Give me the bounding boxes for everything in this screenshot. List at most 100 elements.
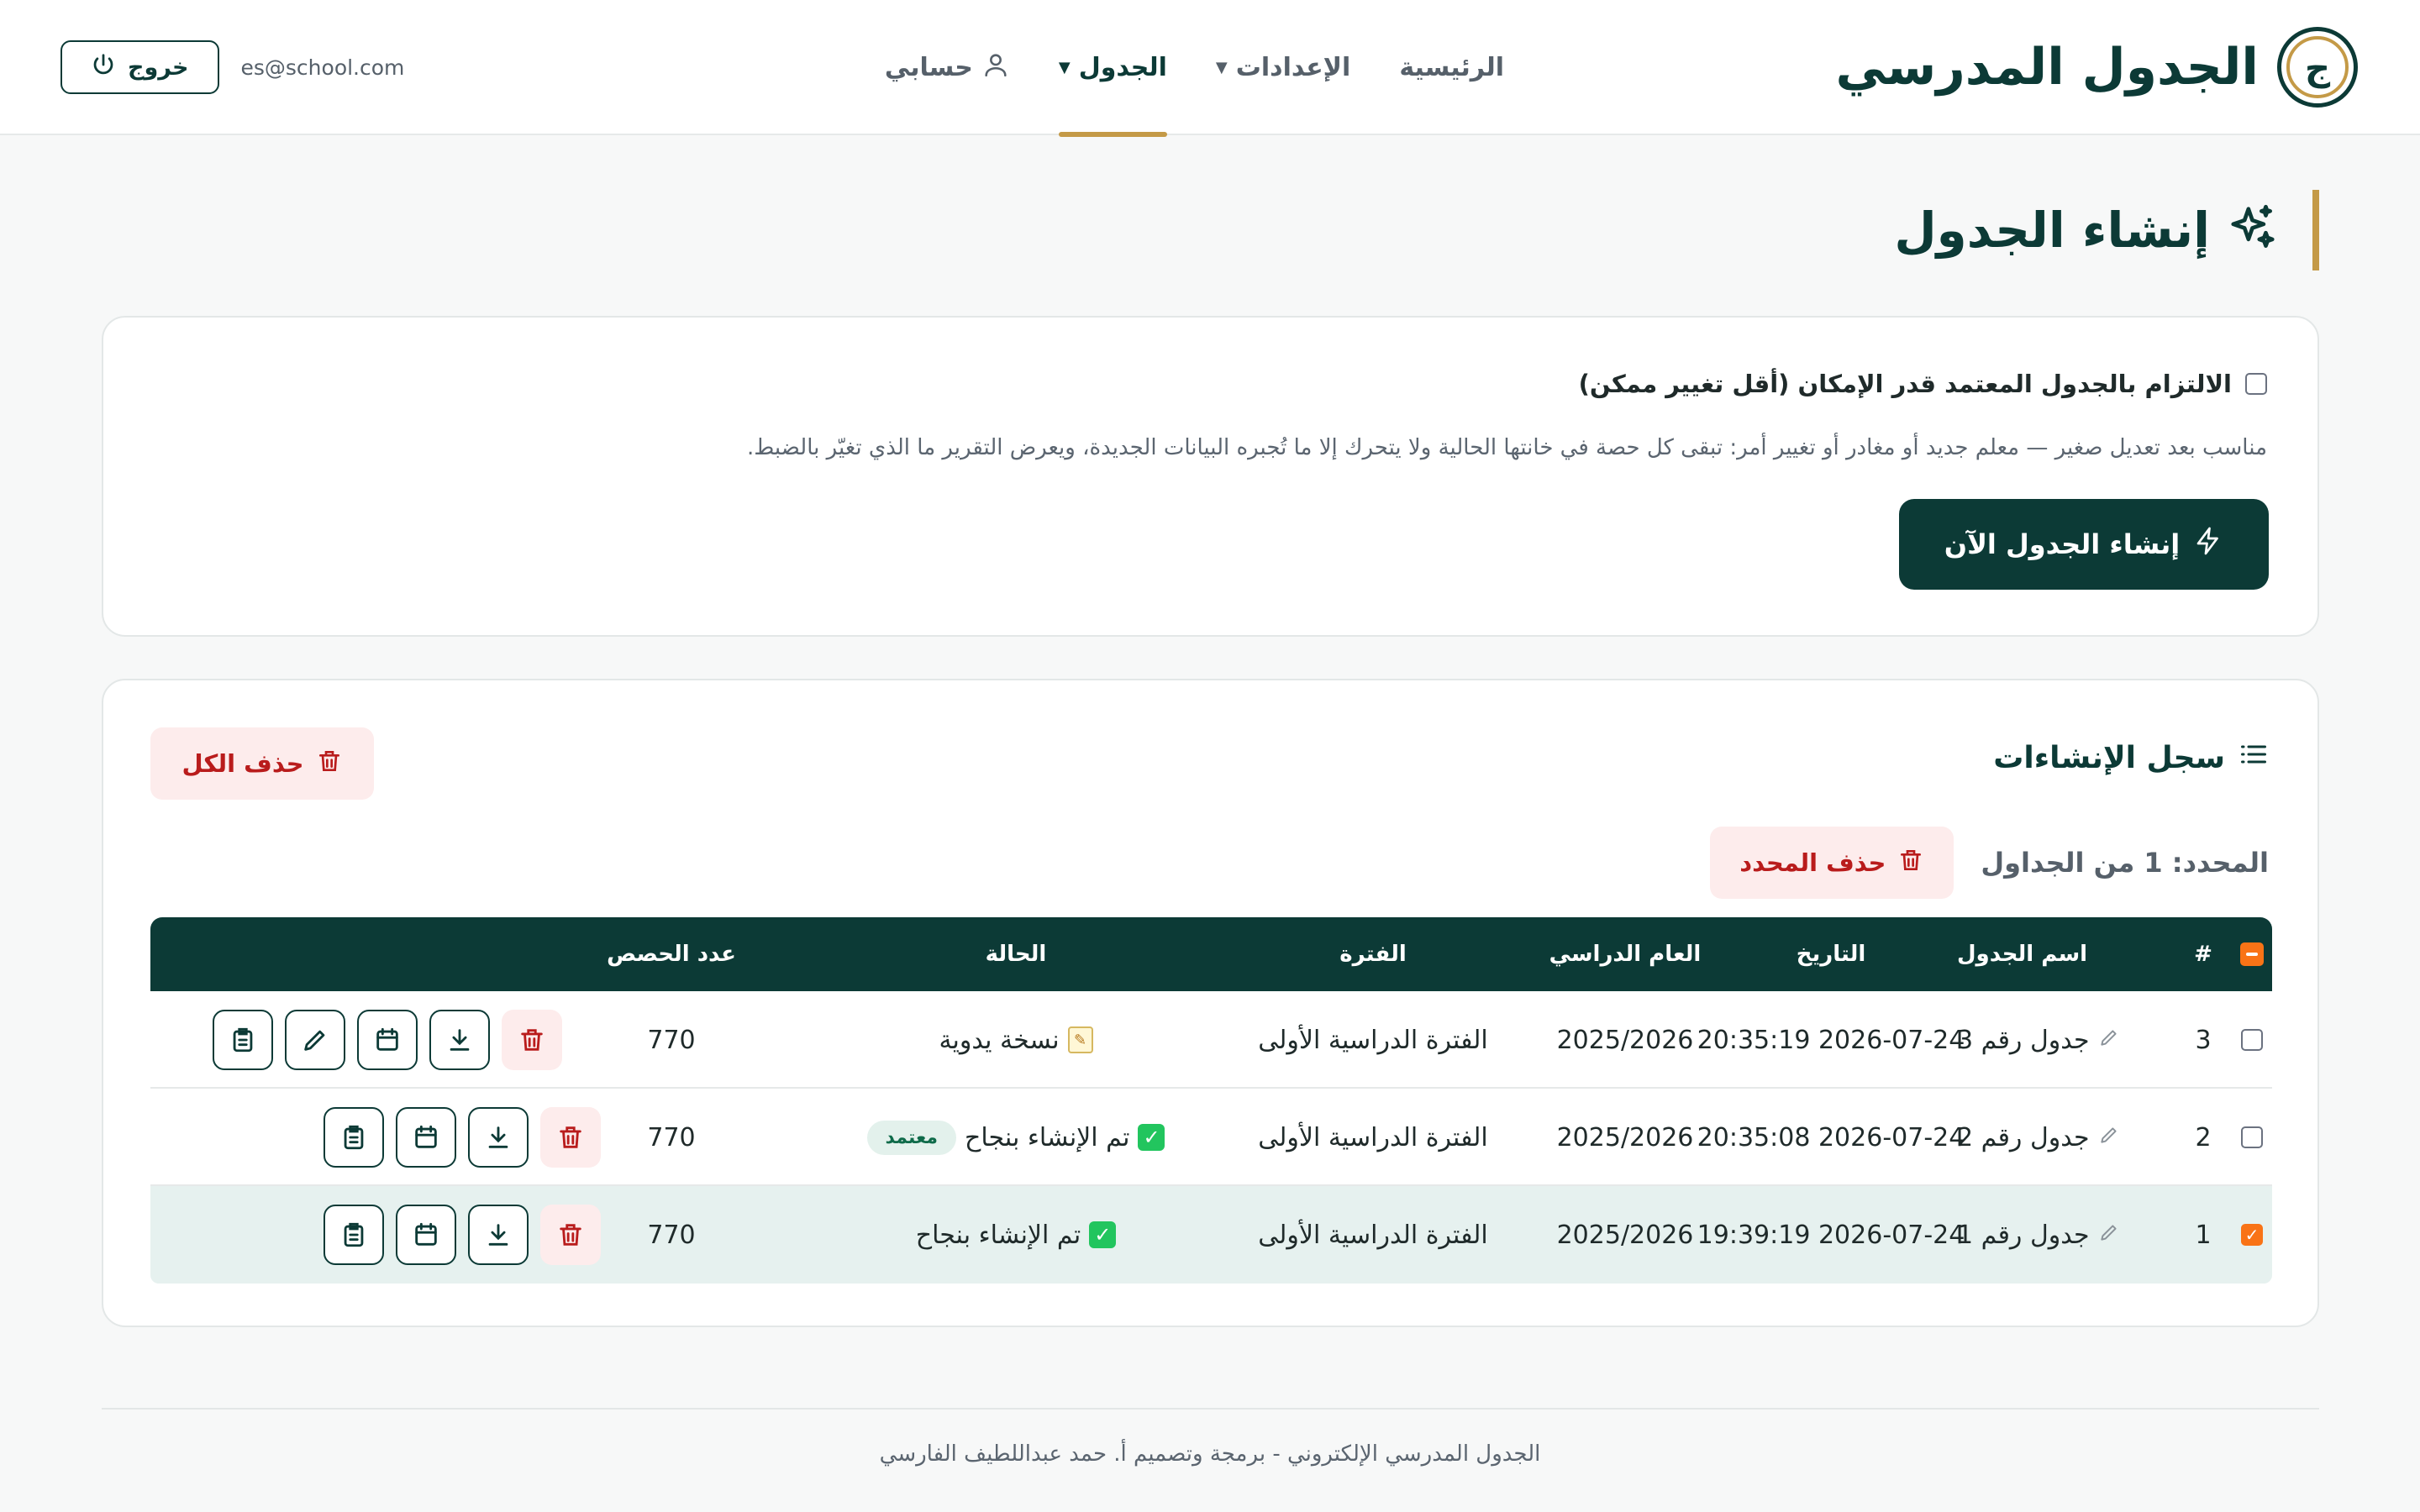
chevron-down-icon: ▼	[1215, 59, 1228, 76]
col-num: #	[2194, 942, 2212, 967]
view-calendar-button[interactable]	[396, 1205, 456, 1265]
nav-schedule-label: الجدول	[1078, 53, 1167, 82]
row-status: ✎ نسخة يدوية	[839, 991, 1192, 1089]
table-header: # اسم الجدول التاريخ العام الدراسي الفتر…	[150, 917, 2272, 991]
selected-count: المحدد: 1 من الجداول	[1981, 847, 2269, 879]
logout-button[interactable]: خروج	[60, 40, 219, 94]
footer-credits: الجدول المدرسي الإلكتروني - برمجة وتصميم…	[879, 1441, 1541, 1467]
download-button[interactable]	[429, 1010, 490, 1070]
delete-selected-button[interactable]: حذف المحدد	[1710, 827, 1954, 899]
row-actions	[184, 991, 562, 1089]
row-year: 2025/2026	[1556, 1025, 1694, 1055]
list-icon	[2238, 739, 2269, 777]
select-all-cell[interactable]	[2233, 917, 2271, 991]
row-checkbox[interactable]	[2241, 1126, 2263, 1148]
row-checkbox[interactable]	[2241, 1029, 2263, 1051]
nav-account-label: حسابي	[884, 53, 973, 82]
top-header: ج الجدول المدرسي الرئيسية الإعدادات ▼ ال…	[0, 0, 2420, 137]
col-name[interactable]: اسم الجدول	[1957, 917, 2175, 991]
user-email: es@school.com	[240, 55, 405, 80]
row-count: 770	[647, 1220, 696, 1250]
view-calendar-button[interactable]	[357, 1010, 418, 1070]
logout-label: خروج	[128, 54, 189, 81]
generation-log-card: سجل الإنشاءات حذف الكل المحدد: 1 من الجد…	[102, 679, 2319, 1327]
delete-all-label: حذف الكل	[182, 749, 304, 778]
nav-account[interactable]: حسابي	[885, 0, 1010, 135]
check-mark-icon: ✓	[1089, 1221, 1117, 1248]
generate-now-button[interactable]: إنشاء الجدول الآن	[1899, 499, 2269, 590]
clipboard-icon	[344, 1222, 364, 1247]
download-button[interactable]	[468, 1205, 529, 1265]
generate-card: الالتزام بالجدول المعتمد قدر الإمكان (أق…	[102, 316, 2319, 637]
row-select-cell[interactable]	[2233, 991, 2271, 1089]
main-nav: الرئيسية الإعدادات ▼ الجدول ▼ حسابي	[885, 0, 1504, 137]
edit-name-icon[interactable]	[2098, 1221, 2120, 1250]
row-num: 2	[2195, 1122, 2212, 1152]
row-num: 3	[2195, 1025, 2212, 1055]
nav-settings[interactable]: الإعدادات ▼	[1216, 0, 1350, 135]
keep-schedule-description: مناسب بعد تعديل صغير — معلم جديد أو مغاد…	[746, 435, 2267, 460]
row-name-text: جدول رقم 3	[1957, 1025, 2090, 1055]
row-name: جدول رقم 1	[1957, 1186, 2175, 1284]
row-date: 2026-07-24 20:35:08	[1697, 1122, 1965, 1152]
report-button[interactable]	[324, 1205, 384, 1265]
calendar-icon	[376, 1027, 398, 1051]
row-select-cell[interactable]: ✓	[2233, 1186, 2271, 1284]
table-row[interactable]: 3 جدول رقم 3 2026-07-24 20:35:19 2025/20…	[150, 991, 2272, 1089]
view-calendar-button[interactable]	[396, 1107, 456, 1168]
nav-home-label: الرئيسية	[1399, 53, 1504, 82]
report-button[interactable]	[213, 1010, 273, 1070]
delete-all-button[interactable]: حذف الكل	[150, 727, 374, 800]
row-checkbox[interactable]: ✓	[2241, 1224, 2263, 1246]
page-title: إنشاء الجدول	[1894, 190, 2319, 270]
report-button[interactable]	[324, 1107, 384, 1168]
delete-selected-label: حذف المحدد	[1739, 848, 1886, 877]
select-all-checkbox[interactable]	[2240, 942, 2264, 966]
row-period: الفترة الدراسية الأولى	[1258, 1122, 1488, 1152]
row-year: 2025/2026	[1556, 1220, 1694, 1250]
generation-table: # اسم الجدول التاريخ العام الدراسي الفتر…	[150, 917, 2272, 1284]
delete-row-button[interactable]	[502, 1010, 562, 1070]
col-date[interactable]: التاريخ	[1726, 917, 1936, 991]
keep-schedule-label: الالتزام بالجدول المعتمد قدر الإمكان (أق…	[1578, 370, 2232, 398]
edit-name-icon[interactable]	[2098, 1123, 2120, 1152]
brand[interactable]: ج الجدول المدرسي	[1836, 25, 2358, 109]
user-icon	[981, 50, 1010, 86]
nav-schedule[interactable]: الجدول ▼	[1058, 0, 1167, 137]
download-button[interactable]	[468, 1107, 529, 1168]
row-status: ✓ تم الإنشاء بنجاح	[839, 1186, 1192, 1284]
nav-settings-label: الإعدادات	[1235, 53, 1351, 82]
log-title: سجل الإنشاءات	[1993, 739, 2269, 777]
nav-home[interactable]: الرئيسية	[1399, 0, 1504, 135]
keep-schedule-option[interactable]: الالتزام بالجدول المعتمد قدر الإمكان (أق…	[1579, 370, 2267, 398]
header-user-area: خروج es@school.com	[60, 40, 404, 94]
keep-schedule-checkbox[interactable]	[2245, 373, 2267, 395]
download-icon	[450, 1029, 470, 1051]
delete-row-button[interactable]	[540, 1107, 601, 1168]
col-period[interactable]: الفترة	[1234, 917, 1512, 991]
row-count: 770	[647, 1122, 696, 1152]
row-actions	[223, 1186, 601, 1284]
edit-button[interactable]	[285, 1010, 345, 1070]
sparkles-icon	[2227, 202, 2279, 258]
memo-icon: ✎	[1067, 1026, 1093, 1053]
log-title-text: سجل الإنشاءات	[1993, 741, 2225, 775]
pencil-icon	[304, 1030, 325, 1051]
table-row[interactable]: 2 جدول رقم 2 2026-07-24 20:35:08 2025/20…	[150, 1089, 2272, 1186]
lightning-icon	[2193, 526, 2223, 563]
col-year[interactable]: العام الدراسي	[1537, 917, 1713, 991]
col-status[interactable]: الحالة	[839, 917, 1192, 991]
row-select-cell[interactable]	[2233, 1089, 2271, 1186]
calendar-icon	[415, 1222, 437, 1246]
edit-name-icon[interactable]	[2098, 1026, 2120, 1055]
approved-badge: معتمد	[866, 1120, 957, 1155]
delete-row-button[interactable]	[540, 1205, 601, 1265]
clipboard-icon	[344, 1125, 364, 1150]
row-num: 1	[2195, 1220, 2212, 1250]
clipboard-icon	[233, 1027, 253, 1053]
table-row[interactable]: ✓ 1 جدول رقم 1 2026-07-24 19:39:19 2025/…	[150, 1186, 2272, 1284]
col-count[interactable]: عدد الحصص	[607, 917, 736, 991]
chevron-down-icon: ▼	[1058, 59, 1071, 76]
row-date: 2026-07-24 20:35:19	[1697, 1025, 1965, 1055]
generate-now-label: إنشاء الجدول الآن	[1944, 528, 2181, 560]
